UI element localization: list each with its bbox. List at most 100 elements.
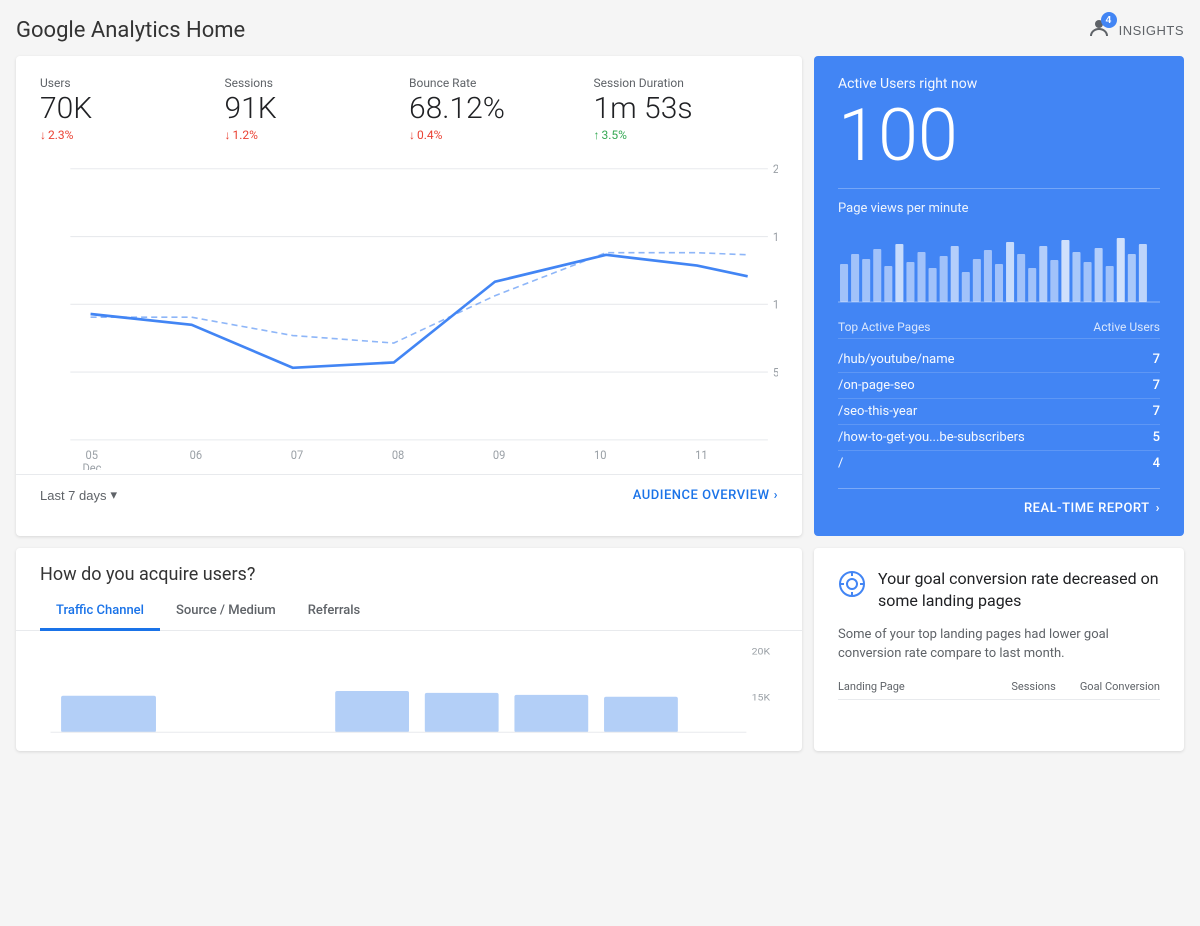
top-page-users: 7 [1153, 404, 1160, 419]
acquire-tab-source-medium[interactable]: Source / Medium [160, 593, 292, 631]
top-pages-list: /hub/youtube/name 7 /on-page-seo 7 /seo-… [838, 347, 1160, 476]
duration-change: ↑ 3.5% [594, 128, 779, 142]
top-page-row: / 4 [838, 451, 1160, 476]
realtime-label: REAL-TIME REPORT [1024, 501, 1150, 516]
insights-icon-wrap: 4 [1085, 16, 1113, 44]
users-change-val: 2.3% [48, 128, 73, 142]
top-page-row: /hub/youtube/name 7 [838, 347, 1160, 373]
top-page-path: /how-to-get-you...be-subscribers [838, 430, 1025, 445]
top-page-row: /on-page-seo 7 [838, 373, 1160, 399]
audience-overview-link[interactable]: AUDIENCE OVERVIEW › [633, 488, 778, 503]
bounce-change: ↓ 0.4% [409, 128, 594, 142]
top-page-users: 7 [1153, 378, 1160, 393]
page-views-bar-chart [838, 224, 1160, 304]
insight-description: Some of your top landing pages had lower… [838, 625, 1160, 664]
users-label: Users [40, 76, 225, 90]
page-header: Google Analytics Home 4 INSIGHTS [16, 16, 1184, 44]
top-page-users: 5 [1153, 430, 1160, 445]
realtime-arrow: › [1156, 501, 1160, 516]
top-pages-col2: Active Users [1093, 320, 1160, 334]
duration-label: Session Duration [594, 76, 779, 90]
acquire-heading: How do you acquire users? [16, 548, 802, 585]
chart-footer: Last 7 days ▾ AUDIENCE OVERVIEW › [16, 474, 802, 515]
metric-users: Users 70K ↓ 2.3% [40, 76, 225, 142]
active-users-title: Active Users right now [838, 76, 1160, 92]
acquire-card: How do you acquire users? Traffic Channe… [16, 548, 802, 751]
audience-overview-arrow: › [774, 488, 778, 503]
duration-change-val: 3.5% [602, 128, 627, 142]
svg-text:20K: 20K [773, 162, 778, 176]
svg-text:08: 08 [392, 448, 404, 462]
sessions-value: 91K [225, 94, 410, 124]
line-chart-svg: 20K 15K 10K 5K 0 05 Dec 06 07 08 09 [40, 158, 778, 470]
insights-label: INSIGHTS [1119, 23, 1184, 38]
page-views-label: Page views per minute [838, 188, 1160, 216]
sessions-arrow: ↓ [225, 128, 231, 142]
metric-bounce: Bounce Rate 68.12% ↓ 0.4% [409, 76, 594, 142]
acquire-tab-traffic-channel[interactable]: Traffic Channel [40, 593, 160, 631]
bounce-arrow: ↓ [409, 128, 415, 142]
users-value: 70K [40, 94, 225, 124]
duration-arrow: ↑ [594, 128, 600, 142]
date-range-label: Last 7 days [40, 488, 107, 503]
svg-text:15K: 15K [752, 693, 771, 703]
insight-title: Your goal conversion rate decreased on s… [878, 568, 1160, 613]
metrics-row: Users 70K ↓ 2.3% Sessions 91K ↓ 1.2% [16, 56, 802, 150]
insight-col2: Sessions [1011, 680, 1055, 693]
top-page-users: 4 [1153, 456, 1160, 471]
insight-col3: Goal Conversion [1080, 680, 1160, 693]
users-arrow: ↓ [40, 128, 46, 142]
insight-table-header: Landing Page Sessions Goal Conversion [838, 680, 1160, 700]
top-pages-header: Top Active Pages Active Users [838, 320, 1160, 339]
date-range-chevron: ▾ [111, 487, 118, 503]
metrics-chart-card: Users 70K ↓ 2.3% Sessions 91K ↓ 1.2% [16, 56, 802, 536]
top-page-row: /seo-this-year 7 [838, 399, 1160, 425]
svg-text:11: 11 [695, 448, 707, 462]
main-grid: Users 70K ↓ 2.3% Sessions 91K ↓ 1.2% [16, 56, 1184, 536]
insight-icon [838, 570, 866, 604]
acquire-tabs: Traffic ChannelSource / MediumReferrals [16, 593, 802, 631]
bottom-grid: How do you acquire users? Traffic Channe… [16, 548, 1184, 751]
top-page-users: 7 [1153, 352, 1160, 367]
bounce-value: 68.12% [409, 94, 594, 124]
realtime-report-link[interactable]: REAL-TIME REPORT › [838, 488, 1160, 516]
top-page-path: /on-page-seo [838, 378, 915, 393]
svg-text:Dec: Dec [82, 461, 101, 470]
svg-text:20K: 20K [752, 647, 771, 657]
svg-text:06: 06 [190, 448, 202, 462]
active-users-card: Active Users right now 100 Page views pe… [814, 56, 1184, 536]
insight-col1: Landing Page [838, 680, 905, 693]
users-change: ↓ 2.3% [40, 128, 225, 142]
line-chart-area: 20K 15K 10K 5K 0 05 Dec 06 07 08 09 [16, 150, 802, 470]
bar-chart-svg [838, 224, 1160, 304]
metric-sessions: Sessions 91K ↓ 1.2% [225, 76, 410, 142]
top-page-path: / [838, 456, 843, 471]
active-users-number: 100 [838, 100, 1160, 172]
duration-value: 1m 53s [594, 94, 779, 124]
insights-button[interactable]: 4 INSIGHTS [1085, 16, 1184, 44]
acquire-tab-referrals[interactable]: Referrals [292, 593, 377, 631]
svg-text:07: 07 [291, 448, 303, 462]
date-range-button[interactable]: Last 7 days ▾ [40, 487, 117, 503]
svg-text:09: 09 [493, 448, 505, 462]
sessions-change: ↓ 1.2% [225, 128, 410, 142]
top-pages-col1: Top Active Pages [838, 320, 931, 334]
insight-header: Your goal conversion rate decreased on s… [838, 568, 1160, 613]
bounce-label: Bounce Rate [409, 76, 594, 90]
svg-text:15K: 15K [773, 230, 778, 244]
top-page-row: /how-to-get-you...be-subscribers 5 [838, 425, 1160, 451]
insight-card: Your goal conversion rate decreased on s… [814, 548, 1184, 751]
audience-overview-label: AUDIENCE OVERVIEW [633, 488, 770, 503]
svg-text:5K: 5K [773, 365, 778, 379]
sessions-change-val: 1.2% [233, 128, 258, 142]
acquire-chart: 20K 15K [16, 631, 802, 751]
svg-text:10: 10 [594, 448, 606, 462]
top-page-path: /seo-this-year [838, 404, 917, 419]
page-title: Google Analytics Home [16, 18, 245, 43]
svg-text:10K: 10K [773, 297, 778, 311]
insights-badge: 4 [1101, 12, 1117, 28]
bounce-change-val: 0.4% [417, 128, 442, 142]
sessions-label: Sessions [225, 76, 410, 90]
acquire-chart-svg: 20K 15K [40, 643, 778, 739]
top-page-path: /hub/youtube/name [838, 352, 955, 367]
